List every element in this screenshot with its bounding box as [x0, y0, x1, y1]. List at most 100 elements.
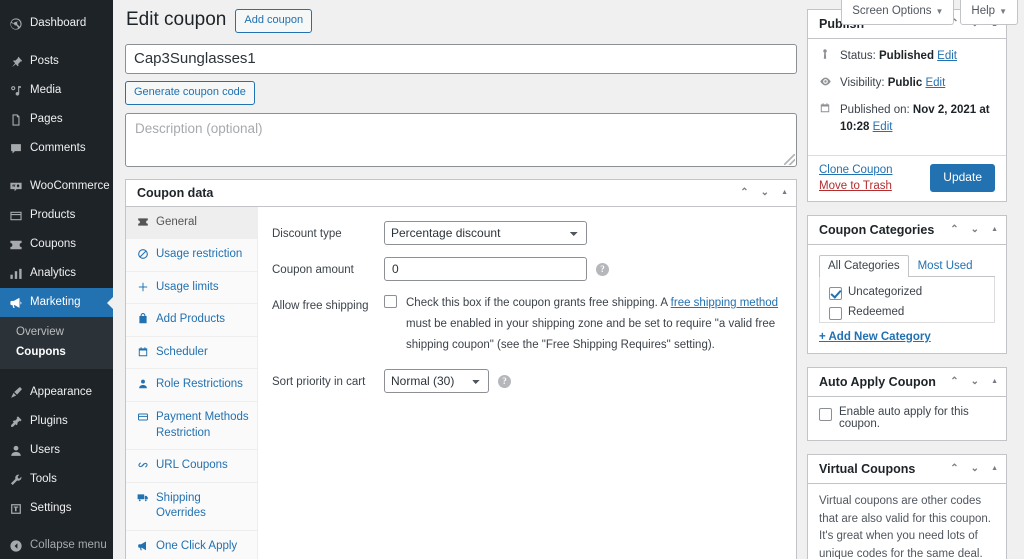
- publish-body: Status: Published Edit Visibility: Publi…: [808, 39, 1006, 155]
- tab-usage-restriction[interactable]: Usage restriction: [126, 239, 257, 272]
- virtual-coupons-description: Virtual coupons are other codes that are…: [819, 494, 991, 559]
- sidebar-item-dashboard[interactable]: Dashboard: [0, 9, 113, 38]
- auto-apply-checkbox[interactable]: [819, 407, 832, 421]
- category-item-uncategorized[interactable]: Uncategorized: [829, 285, 985, 300]
- category-checkbox[interactable]: [829, 286, 842, 300]
- toggle-panel-icon[interactable]: ▲: [991, 378, 998, 385]
- coupon-description-textarea[interactable]: Description (optional): [125, 112, 797, 167]
- coupon-code-input[interactable]: [125, 43, 797, 74]
- wp-admin-screen: Dashboard Posts Media Pages Comments Woo…: [0, 0, 1024, 559]
- sidebar-item-marketing[interactable]: Marketing: [0, 288, 113, 317]
- status-label: Status:: [840, 50, 876, 62]
- move-down-icon[interactable]: ⌄: [971, 224, 979, 235]
- screen-meta-toolbar: Screen Options ▼ Help ▼: [841, 0, 1018, 25]
- publish-visibility-row: Visibility: Public Edit: [819, 75, 995, 94]
- sidebar-item-pages[interactable]: Pages: [0, 105, 113, 134]
- sidebar-item-woocommerce[interactable]: WooCommerce: [0, 172, 113, 201]
- clone-coupon-link[interactable]: Clone Coupon: [819, 164, 893, 176]
- sidebar-collapse-menu[interactable]: Collapse menu: [0, 531, 113, 559]
- sidebar-item-label: Analytics: [30, 267, 77, 280]
- sidebar-item-media[interactable]: Media: [0, 76, 113, 105]
- coupon-data-handle-actions: ⌃ ⌄ ▲: [740, 187, 788, 198]
- pin-icon: [8, 54, 23, 69]
- visibility-value: Public: [887, 76, 923, 89]
- toggle-panel-icon[interactable]: ▲: [991, 465, 998, 472]
- sort-priority-select[interactable]: Normal (30): [384, 368, 489, 393]
- help-icon[interactable]: ?: [596, 262, 609, 276]
- update-button[interactable]: Update: [930, 163, 995, 192]
- sidebar-item-coupons[interactable]: Coupons: [0, 230, 113, 259]
- sidebar-collapse-label: Collapse menu: [30, 539, 107, 552]
- tab-role-restrictions[interactable]: Role Restrictions: [126, 369, 257, 402]
- side-column: Publish ⌃ ⌄ ▲ Status:: [807, 9, 1007, 559]
- free-shipping-control: Check this box if the coupon grants free…: [384, 293, 780, 357]
- eye-icon: [819, 75, 833, 94]
- move-up-icon[interactable]: ⌃: [740, 187, 748, 198]
- bag-icon: [136, 313, 149, 325]
- sidebar-item-settings[interactable]: Settings: [0, 494, 113, 523]
- move-to-trash-link[interactable]: Move to Trash: [819, 180, 893, 192]
- page-header: Edit coupon Add coupon: [125, 9, 797, 33]
- free-shipping-text-after: must be enabled in your shipping zone an…: [406, 318, 776, 352]
- tab-usage-limits[interactable]: Usage limits: [126, 272, 257, 305]
- coupon-categories-handle-actions: ⌃ ⌄ ▲: [950, 224, 998, 235]
- sidebar-item-label: Products: [30, 209, 76, 222]
- toggle-panel-icon[interactable]: ▲: [991, 226, 998, 233]
- sidebar-item-tools[interactable]: Tools: [0, 465, 113, 494]
- sidebar-group-sep-3: [0, 369, 113, 378]
- status-value: Published: [879, 50, 934, 62]
- discount-type-select[interactable]: Percentage discount: [384, 220, 587, 245]
- sidebar-item-users[interactable]: Users: [0, 436, 113, 465]
- tab-one-click-apply[interactable]: One Click Apply: [126, 531, 257, 559]
- move-down-icon[interactable]: ⌄: [971, 463, 979, 474]
- help-icon[interactable]: ?: [498, 374, 511, 388]
- sidebar-subitem-overview[interactable]: Overview: [0, 322, 113, 342]
- category-checkbox[interactable]: [829, 306, 842, 320]
- move-up-icon[interactable]: ⌃: [950, 224, 958, 235]
- sidebar-item-posts[interactable]: Posts: [0, 47, 113, 76]
- help-button[interactable]: Help ▼: [960, 0, 1018, 25]
- tab-general[interactable]: General: [126, 206, 257, 240]
- sidebar-item-products[interactable]: Products: [0, 201, 113, 230]
- sidebar-item-comments[interactable]: Comments: [0, 134, 113, 163]
- coupon-categories-box: Coupon Categories ⌃ ⌄ ▲ All Categories M…: [807, 214, 1007, 354]
- visibility-edit-link[interactable]: Edit: [925, 77, 945, 89]
- move-down-icon[interactable]: ⌄: [971, 376, 979, 387]
- generate-coupon-code-button[interactable]: Generate coupon code: [125, 80, 255, 105]
- tab-scheduler[interactable]: Scheduler: [126, 337, 257, 370]
- coupon-categories-body: All Categories Most Used Uncategorized R…: [808, 245, 1006, 353]
- sidebar-subitem-coupons[interactable]: Coupons: [0, 342, 113, 362]
- pages-icon: [8, 112, 23, 127]
- free-shipping-method-link[interactable]: free shipping method: [671, 297, 778, 309]
- sidebar-item-plugins[interactable]: Plugins: [0, 407, 113, 436]
- move-up-icon[interactable]: ⌃: [950, 376, 958, 387]
- move-down-icon[interactable]: ⌄: [761, 187, 769, 198]
- toggle-panel-icon[interactable]: ▲: [781, 189, 788, 196]
- tab-most-used[interactable]: Most Used: [909, 255, 982, 277]
- tab-add-products[interactable]: Add Products: [126, 304, 257, 337]
- auto-apply-title: Auto Apply Coupon: [819, 374, 936, 389]
- published-edit-link[interactable]: Edit: [873, 121, 893, 133]
- category-item-redeemed[interactable]: Redeemed: [829, 305, 985, 320]
- tab-label: Payment Methods Restriction: [156, 410, 249, 439]
- publish-status-row: Status: Published Edit: [819, 48, 995, 66]
- resize-handle-icon[interactable]: [784, 153, 795, 165]
- auto-apply-handle-actions: ⌃ ⌄ ▲: [950, 376, 998, 387]
- sidebar-item-analytics[interactable]: Analytics: [0, 259, 113, 288]
- add-new-category-link[interactable]: + Add New Category: [819, 331, 995, 343]
- screen-options-button[interactable]: Screen Options ▼: [841, 0, 955, 25]
- free-shipping-row: Allow free shipping Check this box if th…: [272, 293, 780, 357]
- tab-url-coupons[interactable]: URL Coupons: [126, 450, 257, 483]
- sidebar-item-appearance[interactable]: Appearance: [0, 378, 113, 407]
- tab-all-categories[interactable]: All Categories: [819, 254, 909, 277]
- coupon-data-title: Coupon data: [137, 185, 214, 200]
- add-coupon-button[interactable]: Add coupon: [235, 9, 313, 33]
- move-up-icon[interactable]: ⌃: [950, 463, 958, 474]
- free-shipping-checkbox[interactable]: [384, 294, 397, 308]
- tab-payment-methods-restriction[interactable]: Payment Methods Restriction: [126, 402, 257, 451]
- auto-apply-row[interactable]: Enable auto apply for this coupon.: [819, 406, 995, 430]
- tab-shipping-overrides[interactable]: Shipping Overrides: [126, 483, 257, 531]
- coupon-amount-input[interactable]: [384, 256, 587, 281]
- status-edit-link[interactable]: Edit: [937, 50, 957, 62]
- tab-label: Scheduler: [156, 345, 208, 358]
